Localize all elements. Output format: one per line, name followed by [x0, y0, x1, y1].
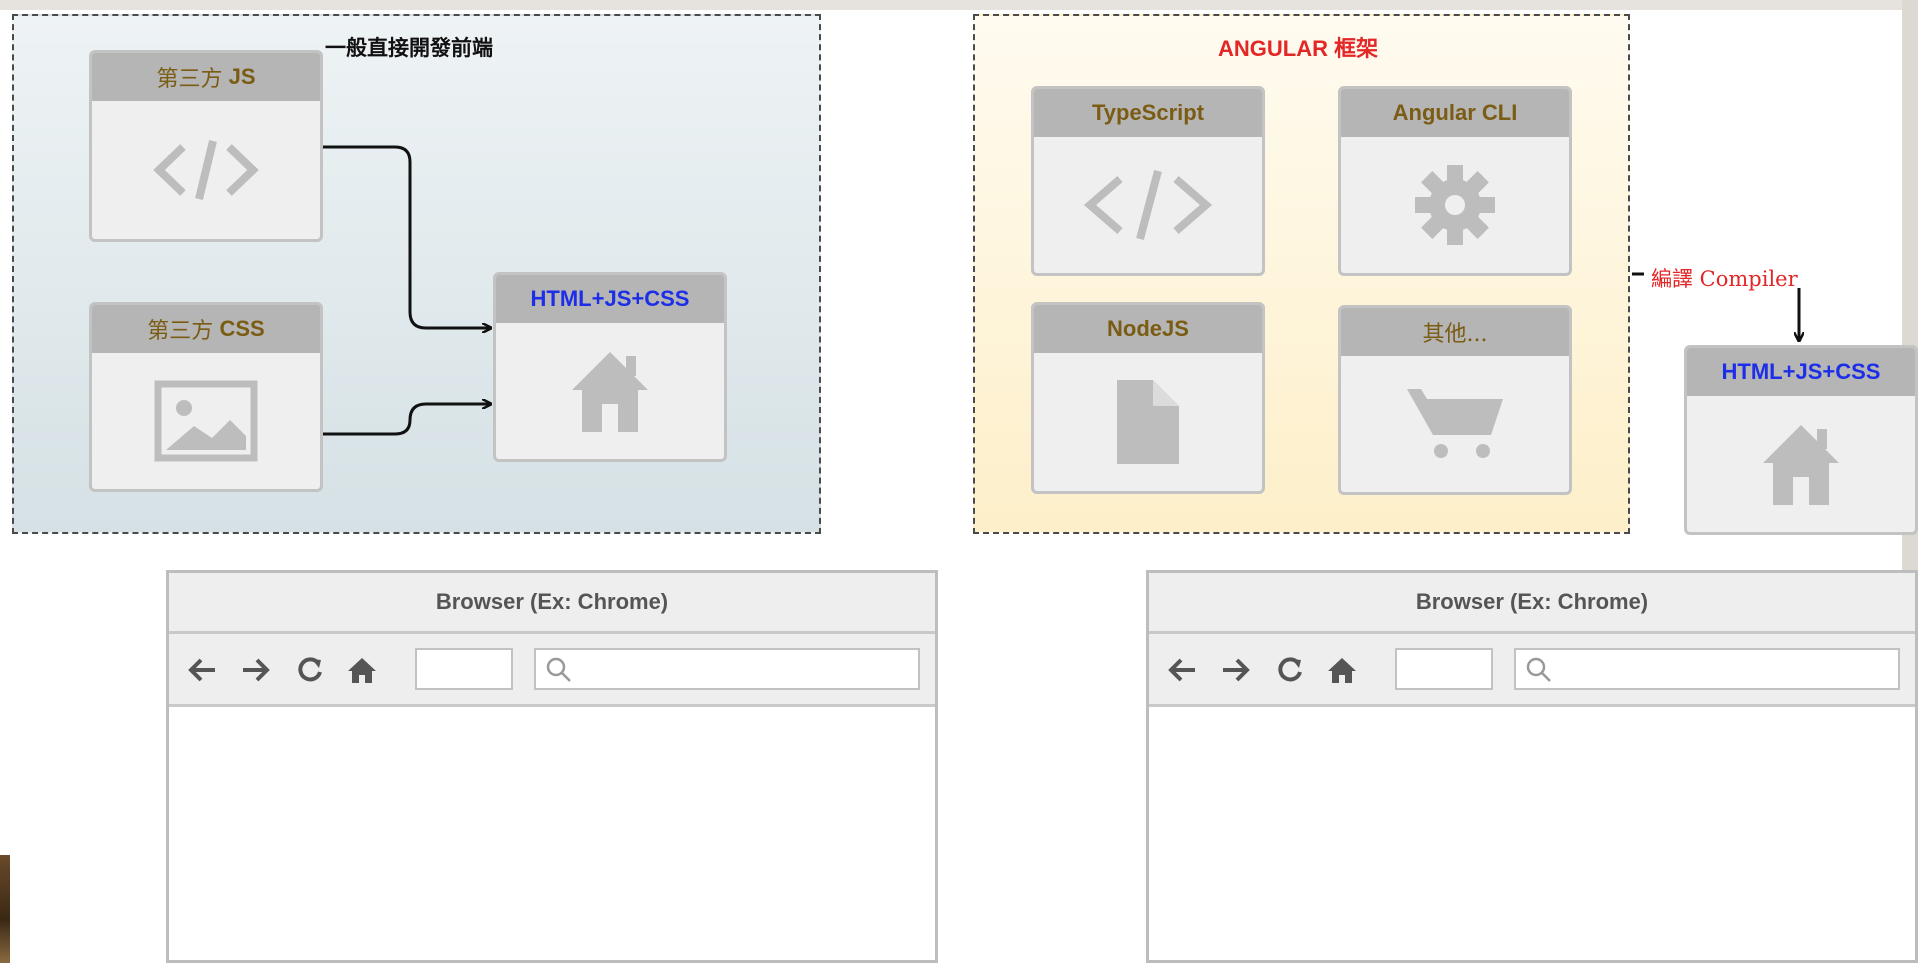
browser-toolbar	[169, 634, 935, 707]
typescript-box: TypeScript	[1031, 86, 1265, 276]
typescript-title: TypeScript	[1034, 89, 1262, 137]
compiler-label: 編譯 Compiler	[1651, 267, 1798, 291]
browser-toolbar	[1149, 634, 1915, 707]
angular-cli-box: Angular CLI	[1338, 86, 1572, 276]
address-bar[interactable]	[1395, 648, 1493, 690]
browser-window-left: Browser (Ex: Chrome)	[166, 570, 938, 963]
arrow-css-to-output	[323, 404, 490, 436]
browser-title: Browser (Ex: Chrome)	[169, 573, 935, 634]
cart-icon	[1407, 389, 1503, 458]
reload-icon[interactable]	[1273, 653, 1307, 687]
output-right-title: HTML+JS+CSS	[1687, 348, 1915, 396]
back-arrow-icon[interactable]	[185, 653, 219, 687]
angular-cli-title: Angular CLI	[1341, 89, 1569, 137]
other-tools-title: 其他...	[1341, 308, 1569, 356]
home-button-icon[interactable]	[345, 653, 379, 687]
gear-icon	[1415, 165, 1495, 245]
arrow-js-to-output	[323, 145, 490, 328]
nodejs-box: NodeJS	[1031, 302, 1265, 494]
home-button-icon[interactable]	[1325, 653, 1359, 687]
back-arrow-icon[interactable]	[1165, 653, 1199, 687]
search-bar[interactable]	[1514, 648, 1900, 690]
address-bar[interactable]	[415, 648, 513, 690]
forward-arrow-icon[interactable]	[1219, 653, 1253, 687]
browser-title: Browser (Ex: Chrome)	[1149, 573, 1915, 634]
search-icon	[546, 657, 571, 682]
angular-framework-label: ANGULAR 框架	[1218, 36, 1379, 61]
search-bar[interactable]	[534, 648, 920, 690]
other-tools-box: 其他...	[1338, 305, 1572, 495]
output-html-js-css-box-right: HTML+JS+CSS	[1684, 345, 1918, 535]
home-icon	[1763, 425, 1839, 505]
forward-arrow-icon[interactable]	[239, 653, 273, 687]
reload-icon[interactable]	[293, 653, 327, 687]
code-icon	[1083, 169, 1213, 241]
file-icon	[1117, 380, 1179, 464]
browser-window-right: Browser (Ex: Chrome)	[1146, 570, 1918, 963]
nodejs-title: NodeJS	[1034, 305, 1262, 353]
search-icon	[1526, 657, 1551, 682]
